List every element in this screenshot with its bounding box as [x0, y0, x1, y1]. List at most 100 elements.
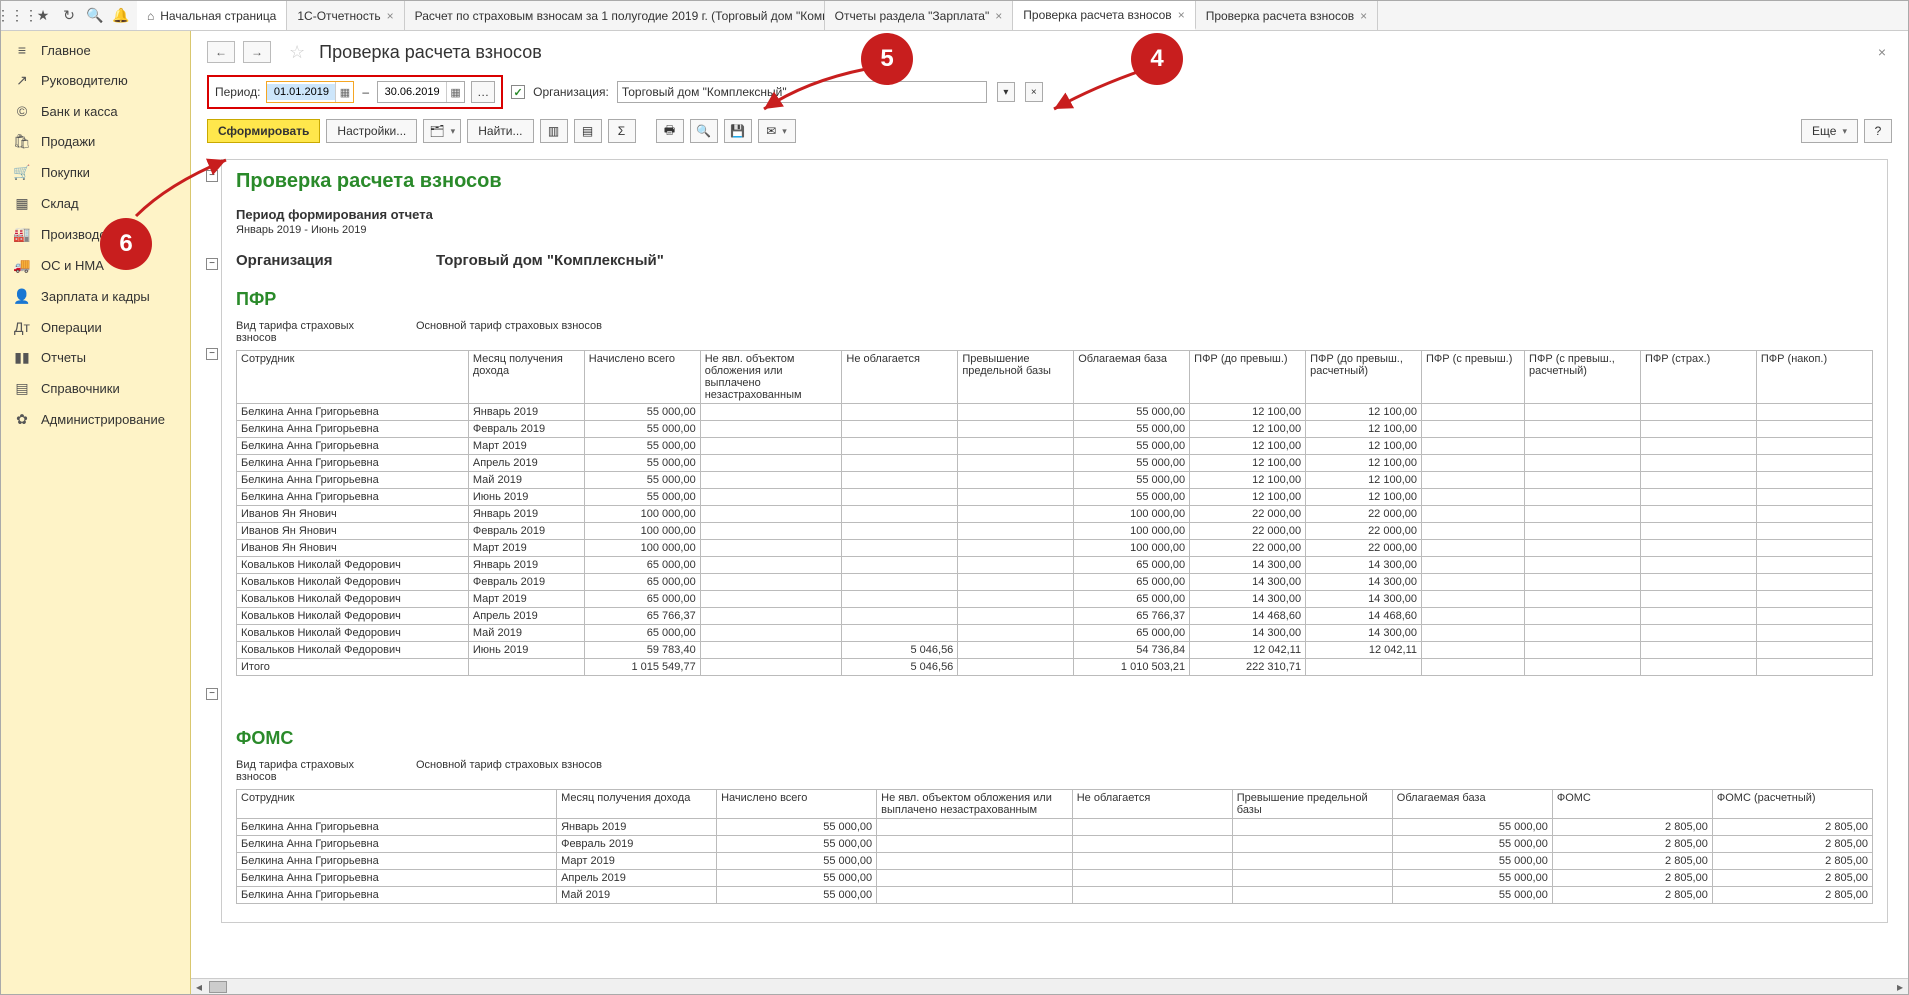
sidebar-item[interactable]: 🛍Продажи [1, 126, 190, 157]
sidebar-item[interactable]: ✿Администрирование [1, 404, 190, 435]
table-cell: 14 300,00 [1306, 557, 1422, 574]
close-icon[interactable]: × [1360, 9, 1367, 23]
find-button[interactable]: Найти... [467, 119, 533, 143]
sidebar-item[interactable]: ДтОперации [1, 312, 190, 342]
close-page-button[interactable]: × [1872, 44, 1892, 60]
table-cell [877, 887, 1073, 904]
more-button[interactable]: Еще▾ [1801, 119, 1858, 143]
table-cell: 2 805,00 [1552, 870, 1712, 887]
table-cell: 54 736,84 [1074, 642, 1190, 659]
save-variant-button[interactable]: 🗂▾ [423, 119, 461, 143]
table-cell: 22 000,00 [1190, 506, 1306, 523]
table-cell: 2 805,00 [1552, 853, 1712, 870]
table-header: ПФР (до превыш.) [1190, 351, 1306, 404]
sidebar-item[interactable]: ©Банк и касса [1, 96, 190, 126]
email-button[interactable]: ✉▾ [758, 119, 796, 143]
sidebar-item[interactable]: ▦Склад [1, 188, 190, 219]
sidebar-icon: ▮▮ [13, 349, 31, 366]
table-cell: 65 766,37 [1074, 608, 1190, 625]
horizontal-scrollbar[interactable]: ◂ ▸ [191, 978, 1908, 994]
sidebar-item[interactable]: ↗Руководителю [1, 65, 190, 96]
table-cell [877, 836, 1073, 853]
tree-toggle-org[interactable]: − [206, 258, 218, 270]
table-cell [1422, 421, 1525, 438]
nav-back-button[interactable]: ← [207, 41, 235, 63]
search-icon[interactable]: 🔍 [83, 4, 107, 28]
table-cell: 22 000,00 [1190, 523, 1306, 540]
sidebar-item[interactable]: ▮▮Отчеты [1, 342, 190, 373]
sidebar-item[interactable]: 🛒Покупки [1, 157, 190, 188]
apps-icon[interactable]: ⋮⋮⋮ [5, 4, 29, 28]
print-button[interactable]: 🖶 [656, 119, 684, 143]
report-document: − Проверка расчета взносов Период формир… [221, 159, 1888, 923]
sum-button[interactable]: Σ [608, 119, 636, 143]
tab[interactable]: Расчет по страховым взносам за 1 полугод… [405, 1, 825, 30]
tree-toggle-pfr[interactable]: − [206, 348, 218, 360]
table-cell [1756, 438, 1872, 455]
table-cell [1072, 819, 1232, 836]
table-cell [700, 421, 842, 438]
star-icon[interactable]: ★ [31, 4, 55, 28]
close-icon[interactable]: × [387, 9, 394, 23]
table-cell [1525, 506, 1641, 523]
expand-groups-button[interactable]: ▥ [540, 119, 568, 143]
tree-toggle[interactable]: − [206, 170, 218, 182]
table-cell [1422, 591, 1525, 608]
annotation-5: 5 [861, 33, 913, 85]
table-cell [958, 608, 1074, 625]
close-icon[interactable]: × [1178, 8, 1185, 22]
history-icon[interactable]: ↻ [57, 4, 81, 28]
table-cell [1640, 608, 1756, 625]
table-cell [958, 438, 1074, 455]
table-cell [700, 574, 842, 591]
table-cell [1422, 659, 1525, 676]
tree-toggle-foms[interactable]: − [206, 688, 218, 700]
org-dropdown-button[interactable]: ▾ [997, 82, 1015, 102]
table-cell: 55 000,00 [1074, 455, 1190, 472]
sidebar-label: Продажи [41, 134, 95, 149]
tab[interactable]: Проверка расчета взносов× [1013, 1, 1195, 30]
close-icon[interactable]: × [995, 9, 1002, 23]
sidebar-item[interactable]: ≡Главное [1, 35, 190, 65]
period-picker-button[interactable]: … [471, 81, 495, 103]
tab[interactable]: 1С-Отчетность× [287, 1, 404, 30]
save-button[interactable]: 💾 [724, 119, 752, 143]
sidebar-item[interactable]: 🏭Производство [1, 219, 190, 250]
tab[interactable]: Отчеты раздела "Зарплата"× [825, 1, 1014, 30]
report-area[interactable]: − Проверка расчета взносов Период формир… [191, 151, 1908, 978]
table-cell [700, 642, 842, 659]
table-cell [842, 608, 958, 625]
table-header: Облагаемая база [1392, 790, 1552, 819]
help-button[interactable]: ? [1864, 119, 1892, 143]
date-from-input[interactable] [267, 84, 335, 100]
org-checkbox[interactable] [511, 85, 525, 99]
sidebar-item[interactable]: 👤Зарплата и кадры [1, 281, 190, 312]
table-cell: 55 000,00 [1074, 438, 1190, 455]
bell-icon[interactable]: 🔔 [109, 4, 133, 28]
table-cell: 12 100,00 [1190, 472, 1306, 489]
date-to-calendar-icon[interactable]: ▦ [446, 82, 464, 102]
generate-button[interactable]: Сформировать [207, 119, 320, 143]
nav-forward-button[interactable]: → [243, 41, 271, 63]
table-cell [958, 455, 1074, 472]
settings-button[interactable]: Настройки... [326, 119, 417, 143]
date-to-input[interactable] [378, 84, 446, 100]
date-from-calendar-icon[interactable]: ▦ [335, 82, 353, 102]
filter-row: Период: ▦ – ▦ … Организация: Торговый до… [191, 71, 1908, 117]
table-cell [1525, 625, 1641, 642]
table-cell [1640, 574, 1756, 591]
table-cell [1232, 853, 1392, 870]
table-row: Белкина Анна ГригорьевнаМарт 201955 000,… [237, 438, 1873, 455]
table-cell: 222 310,71 [1190, 659, 1306, 676]
sidebar-item[interactable]: ▤Справочники [1, 373, 190, 404]
org-clear-button[interactable]: × [1025, 82, 1043, 102]
sidebar-item[interactable]: 🚚ОС и НМА [1, 250, 190, 281]
tab[interactable]: Проверка расчета взносов× [1196, 1, 1378, 30]
table-header: Сотрудник [237, 790, 557, 819]
preview-button[interactable]: 🔍 [690, 119, 718, 143]
org-select[interactable]: Торговый дом "Комплексный" [617, 81, 987, 103]
favorite-star-icon[interactable]: ☆ [289, 42, 305, 63]
tab[interactable]: ⌂Начальная страница [137, 1, 287, 30]
table-cell [958, 472, 1074, 489]
collapse-groups-button[interactable]: ▤ [574, 119, 602, 143]
